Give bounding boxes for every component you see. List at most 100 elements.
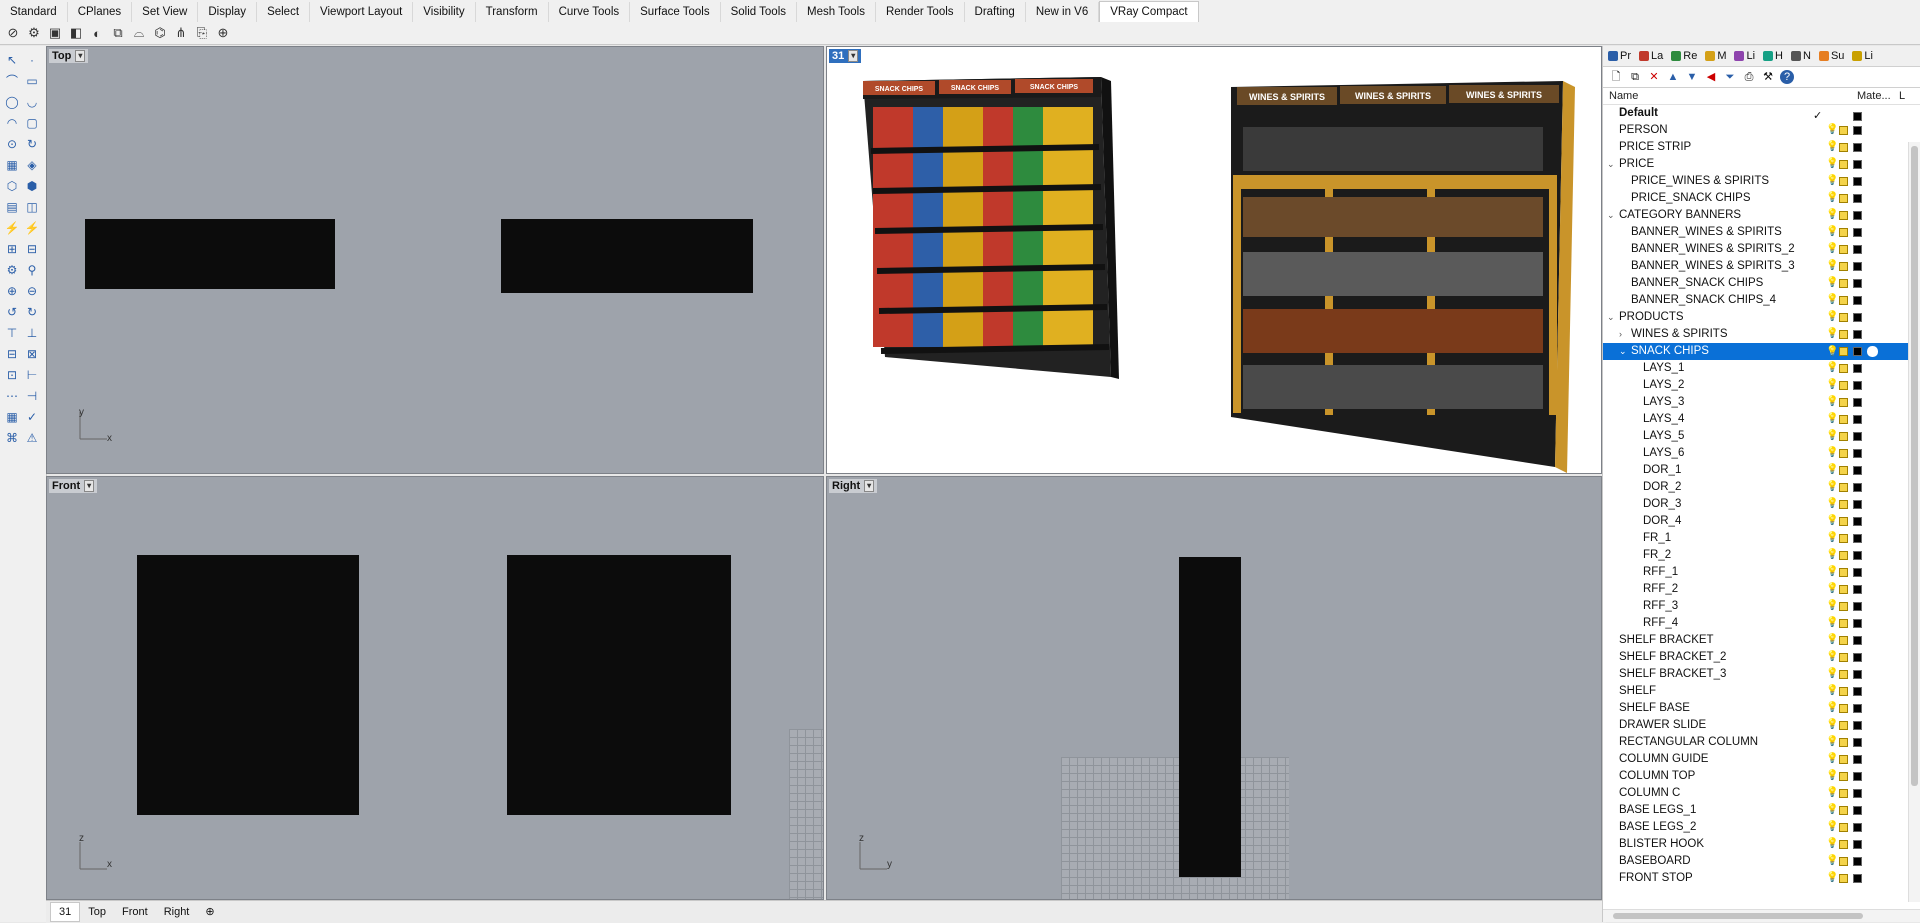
panel-tab-8[interactable]: Li [1849, 50, 1876, 62]
column-material-header[interactable]: Mate... [1857, 90, 1891, 102]
point-icon[interactable]: · [24, 52, 40, 68]
visibility-bulb-icon[interactable]: 💡 [1826, 873, 1838, 883]
layer-tools-icon[interactable]: ⎙ [1742, 70, 1756, 84]
boolean-icon[interactable]: ◫ [24, 199, 40, 215]
vray-frame-buffer-icon[interactable]: ▣ [46, 24, 64, 42]
layer-row[interactable]: DOR_1 💡 [1603, 462, 1920, 479]
filter-icon[interactable]: ⏷ [1723, 70, 1737, 84]
lock-icon[interactable] [1839, 771, 1848, 781]
layer-row[interactable]: FR_1 💡 [1603, 530, 1920, 547]
layer-row[interactable]: SHELF BRACKET_2 💡 [1603, 649, 1920, 666]
lock-icon[interactable] [1839, 652, 1848, 662]
layer-color-swatch[interactable] [1853, 856, 1862, 866]
visibility-bulb-icon[interactable]: 💡 [1826, 159, 1838, 169]
layer-color-swatch[interactable] [1853, 142, 1862, 152]
layer-row[interactable]: COLUMN TOP 💡 [1603, 768, 1920, 785]
visibility-bulb-icon[interactable]: 💡 [1826, 448, 1838, 458]
gear-icon[interactable]: ⚙ [4, 262, 20, 278]
visibility-bulb-icon[interactable]: 💡 [1826, 601, 1838, 611]
lock-icon[interactable] [1839, 567, 1848, 577]
visibility-bulb-icon[interactable]: 💡 [1826, 788, 1838, 798]
lock-icon[interactable] [1839, 499, 1848, 509]
layer-row[interactable]: PRICE_SNACK CHIPS 💡 [1603, 190, 1920, 207]
layer-color-swatch[interactable] [1853, 193, 1862, 203]
column-linetype-header[interactable]: L [1899, 90, 1905, 102]
layer-color-swatch[interactable] [1853, 618, 1862, 628]
layer-color-swatch[interactable] [1853, 261, 1862, 271]
layer-color-swatch[interactable] [1853, 839, 1862, 849]
layer-row[interactable]: BASE LEGS_2 💡 [1603, 819, 1920, 836]
layer-row[interactable]: › WINES & SPIRITS 💡 [1603, 326, 1920, 343]
help-icon[interactable]: ? [1780, 70, 1794, 84]
lock-icon[interactable] [1839, 516, 1848, 526]
layer-row[interactable]: PRICE_WINES & SPIRITS 💡 [1603, 173, 1920, 190]
layer-row[interactable]: SHELF 💡 [1603, 683, 1920, 700]
panel-tab-5[interactable]: H [1760, 50, 1786, 62]
layers-horizontal-scrollbar[interactable] [1603, 909, 1920, 922]
visibility-bulb-icon[interactable]: 💡 [1826, 499, 1838, 509]
hatch-icon[interactable]: ⊟ [4, 346, 20, 362]
layer-color-swatch[interactable] [1853, 720, 1862, 730]
visibility-bulb-icon[interactable]: 💡 [1826, 278, 1838, 288]
vray-render-icon[interactable]: ⊘ [4, 24, 22, 42]
analyze-icon[interactable]: ⚲ [24, 262, 40, 278]
box-select-icon[interactable]: ▢ [24, 115, 40, 131]
layer-color-swatch[interactable] [1853, 397, 1862, 407]
lock-icon[interactable] [1839, 669, 1848, 679]
rotate-curve-icon[interactable]: ↻ [24, 136, 40, 152]
lock-icon[interactable] [1839, 380, 1848, 390]
vray-proxy-icon[interactable]: ⎘ [193, 24, 211, 42]
layer-color-swatch[interactable] [1853, 159, 1862, 169]
new-layer-icon[interactable]: 🗋 [1609, 70, 1623, 84]
toolbar-tab-set-view[interactable]: Set View [132, 2, 199, 22]
lock-icon[interactable] [1839, 601, 1848, 611]
ellipse-icon[interactable]: ⊙ [4, 136, 20, 152]
layer-row[interactable]: BANNER_WINES & SPIRITS_3 💡 [1603, 258, 1920, 275]
check-icon[interactable]: ✓ [24, 409, 40, 425]
collapse-icon[interactable]: ⌄ [1619, 343, 1627, 360]
layer-color-swatch[interactable] [1853, 227, 1862, 237]
layer-row[interactable]: BANNER_WINES & SPIRITS 💡 [1603, 224, 1920, 241]
panel-tab-7[interactable]: Su [1816, 50, 1847, 62]
layer-color-swatch[interactable] [1853, 635, 1862, 645]
visibility-bulb-icon[interactable]: 💡 [1826, 618, 1838, 628]
layer-row[interactable]: SHELF BASE 💡 [1603, 700, 1920, 717]
visibility-bulb-icon[interactable]: 💡 [1826, 567, 1838, 577]
visibility-bulb-icon[interactable]: 💡 [1826, 635, 1838, 645]
lock-icon[interactable] [1839, 805, 1848, 815]
panel-tab-0[interactable]: Pr [1605, 50, 1634, 62]
toolbar-tab-transform[interactable]: Transform [476, 2, 549, 22]
array-icon[interactable]: ⊞ [4, 241, 20, 257]
layer-color-swatch[interactable] [1853, 567, 1862, 577]
lock-icon[interactable] [1839, 618, 1848, 628]
polyline-icon[interactable]: ⌒ [4, 73, 20, 89]
layer-color-swatch[interactable] [1853, 873, 1862, 883]
lock-icon[interactable] [1839, 142, 1848, 152]
layer-color-swatch[interactable] [1853, 448, 1862, 458]
expand-icon[interactable]: › [1619, 326, 1622, 343]
viewport-front[interactable]: Front ▾ z x [46, 476, 824, 900]
panel-tab-4[interactable]: Li [1731, 50, 1758, 62]
layer-row[interactable]: PRICE STRIP 💡 [1603, 139, 1920, 156]
layer-row[interactable]: BANNER_SNACK CHIPS 💡 [1603, 275, 1920, 292]
layer-row[interactable]: DRAWER SLIDE 💡 [1603, 717, 1920, 734]
lock-icon[interactable] [1839, 414, 1848, 424]
layer-row[interactable]: DOR_3 💡 [1603, 496, 1920, 513]
vray-sphere-light-icon[interactable]: ◐ [88, 24, 106, 42]
toolbar-tab-vray-compact[interactable]: VRay Compact [1099, 1, 1199, 22]
layer-color-swatch[interactable] [1853, 176, 1862, 186]
viewport-tab-top[interactable]: Top [80, 903, 114, 921]
layer-color-swatch[interactable] [1853, 210, 1862, 220]
visibility-bulb-icon[interactable]: 💡 [1826, 397, 1838, 407]
layer-color-swatch[interactable] [1853, 312, 1862, 322]
lock-icon[interactable] [1839, 261, 1848, 271]
toolbar-tab-solid-tools[interactable]: Solid Tools [721, 2, 797, 22]
lock-icon[interactable] [1839, 295, 1848, 305]
block-icon[interactable]: ⊠ [24, 346, 40, 362]
lock-icon[interactable] [1839, 448, 1848, 458]
visibility-bulb-icon[interactable]: 💡 [1826, 346, 1838, 357]
layer-color-swatch[interactable] [1853, 380, 1862, 390]
layer-row[interactable]: BANNER_WINES & SPIRITS_2 💡 [1603, 241, 1920, 258]
visibility-bulb-icon[interactable]: 💡 [1826, 839, 1838, 849]
lock-icon[interactable] [1839, 550, 1848, 560]
